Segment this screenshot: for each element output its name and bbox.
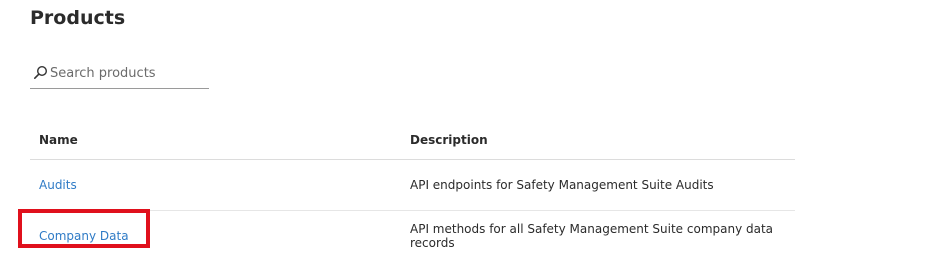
product-name-cell: Audits (30, 159, 401, 211)
search-box[interactable] (30, 62, 209, 89)
table-row: Audits API endpoints for Safety Manageme… (30, 159, 795, 211)
product-description: API methods for all Safety Management Su… (410, 222, 774, 250)
column-header-name[interactable]: Name (30, 120, 401, 160)
product-name-cell: Company Data (30, 211, 401, 262)
product-link-audits[interactable]: Audits (39, 178, 77, 192)
page-title: Products (30, 7, 126, 29)
column-header-description[interactable]: Description (401, 120, 795, 160)
search-input[interactable] (50, 62, 205, 84)
product-description: API endpoints for Safety Management Suit… (401, 159, 795, 211)
table-header-row: Name Description (30, 120, 795, 160)
table-row: Company Data API methods for all Safety … (30, 211, 795, 262)
product-link-company-data[interactable]: Company Data (39, 229, 129, 243)
products-table: Name Description Audits API endpoints fo… (30, 120, 795, 261)
search-icon (33, 65, 48, 79)
